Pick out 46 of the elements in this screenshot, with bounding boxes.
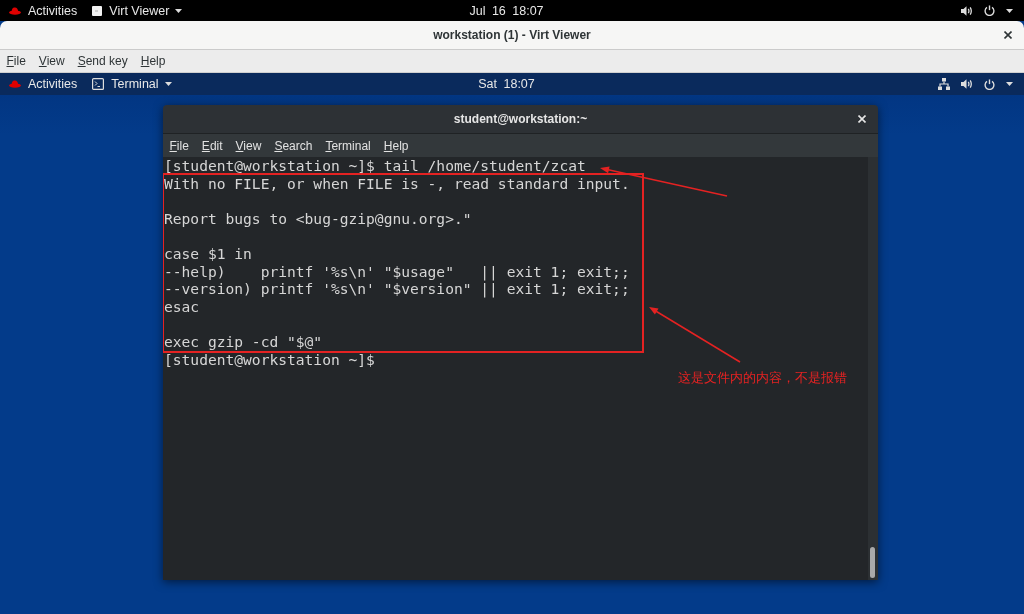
app-menu[interactable]: Terminal — [92, 75, 172, 93]
activities-button[interactable]: Activities — [0, 1, 78, 20]
menu-item[interactable]: Search — [267, 136, 319, 155]
close-button[interactable] — [855, 112, 869, 126]
menu-item[interactable]: File — [163, 136, 196, 155]
caret-icon — [175, 8, 183, 13]
hat-icon — [9, 80, 21, 88]
menu-item[interactable]: File — [0, 52, 33, 70]
power-icon[interactable] — [984, 78, 995, 90]
power-icon[interactable] — [984, 5, 995, 16]
terminal-icon — [92, 78, 105, 90]
window-title: student@workstation:~ — [453, 112, 588, 126]
menu-item[interactable]: Terminal — [318, 136, 378, 155]
annotation-note: 这是文件内的内容，不是报错 — [678, 369, 847, 387]
menu-item[interactable]: View — [32, 52, 72, 70]
output-line: --help) printf '%s\n' "$usage" || exit 1; exit;; — [164, 262, 630, 281]
output-line: --version) printf '%s\n' "$version" || exit 1; exit;; — [164, 280, 630, 298]
menu-item[interactable]: Edit — [195, 136, 230, 155]
scrollbar[interactable] — [868, 157, 878, 580]
close-icon — [1004, 31, 1012, 39]
command-line: [student@workstation ~]$ tail /home/student/zcat — [164, 157, 586, 175]
volume-icon[interactable] — [961, 5, 973, 16]
clock[interactable]: Sat 18:07 — [478, 75, 535, 93]
network-icon[interactable] — [938, 78, 950, 90]
prompt-line: [student@workstation ~]$ — [164, 350, 375, 369]
activities-button[interactable]: Activities — [0, 75, 78, 93]
caret-icon[interactable] — [1006, 8, 1013, 13]
output-line: Report bugs to <bug-gzip@gnu.org>." — [164, 209, 472, 228]
window-icon — [92, 5, 103, 16]
scrollbar-thumb[interactable] — [870, 547, 875, 578]
menu-item[interactable]: View — [229, 136, 268, 155]
output-line: exec gzip -cd "$@" — [164, 332, 323, 351]
hat-icon — [9, 6, 21, 15]
close-icon — [858, 115, 866, 123]
caret-icon — [164, 82, 172, 86]
window-title: workstation (1) - Virt Viewer — [433, 28, 591, 42]
volume-icon[interactable] — [961, 79, 973, 89]
caret-icon[interactable] — [1006, 82, 1013, 86]
output-line: esac — [164, 297, 200, 316]
menu-item[interactable]: Help — [377, 136, 415, 155]
menu-item[interactable]: Send key — [71, 52, 135, 70]
menu-item[interactable]: Help — [134, 52, 172, 70]
clock[interactable]: Jul 16 18:07 — [469, 1, 544, 20]
output-line: With no FILE, or when FILE is -, read standard input. — [164, 174, 630, 193]
app-menu[interactable]: Virt Viewer — [92, 1, 183, 20]
output-line: case $1 in — [164, 244, 252, 263]
